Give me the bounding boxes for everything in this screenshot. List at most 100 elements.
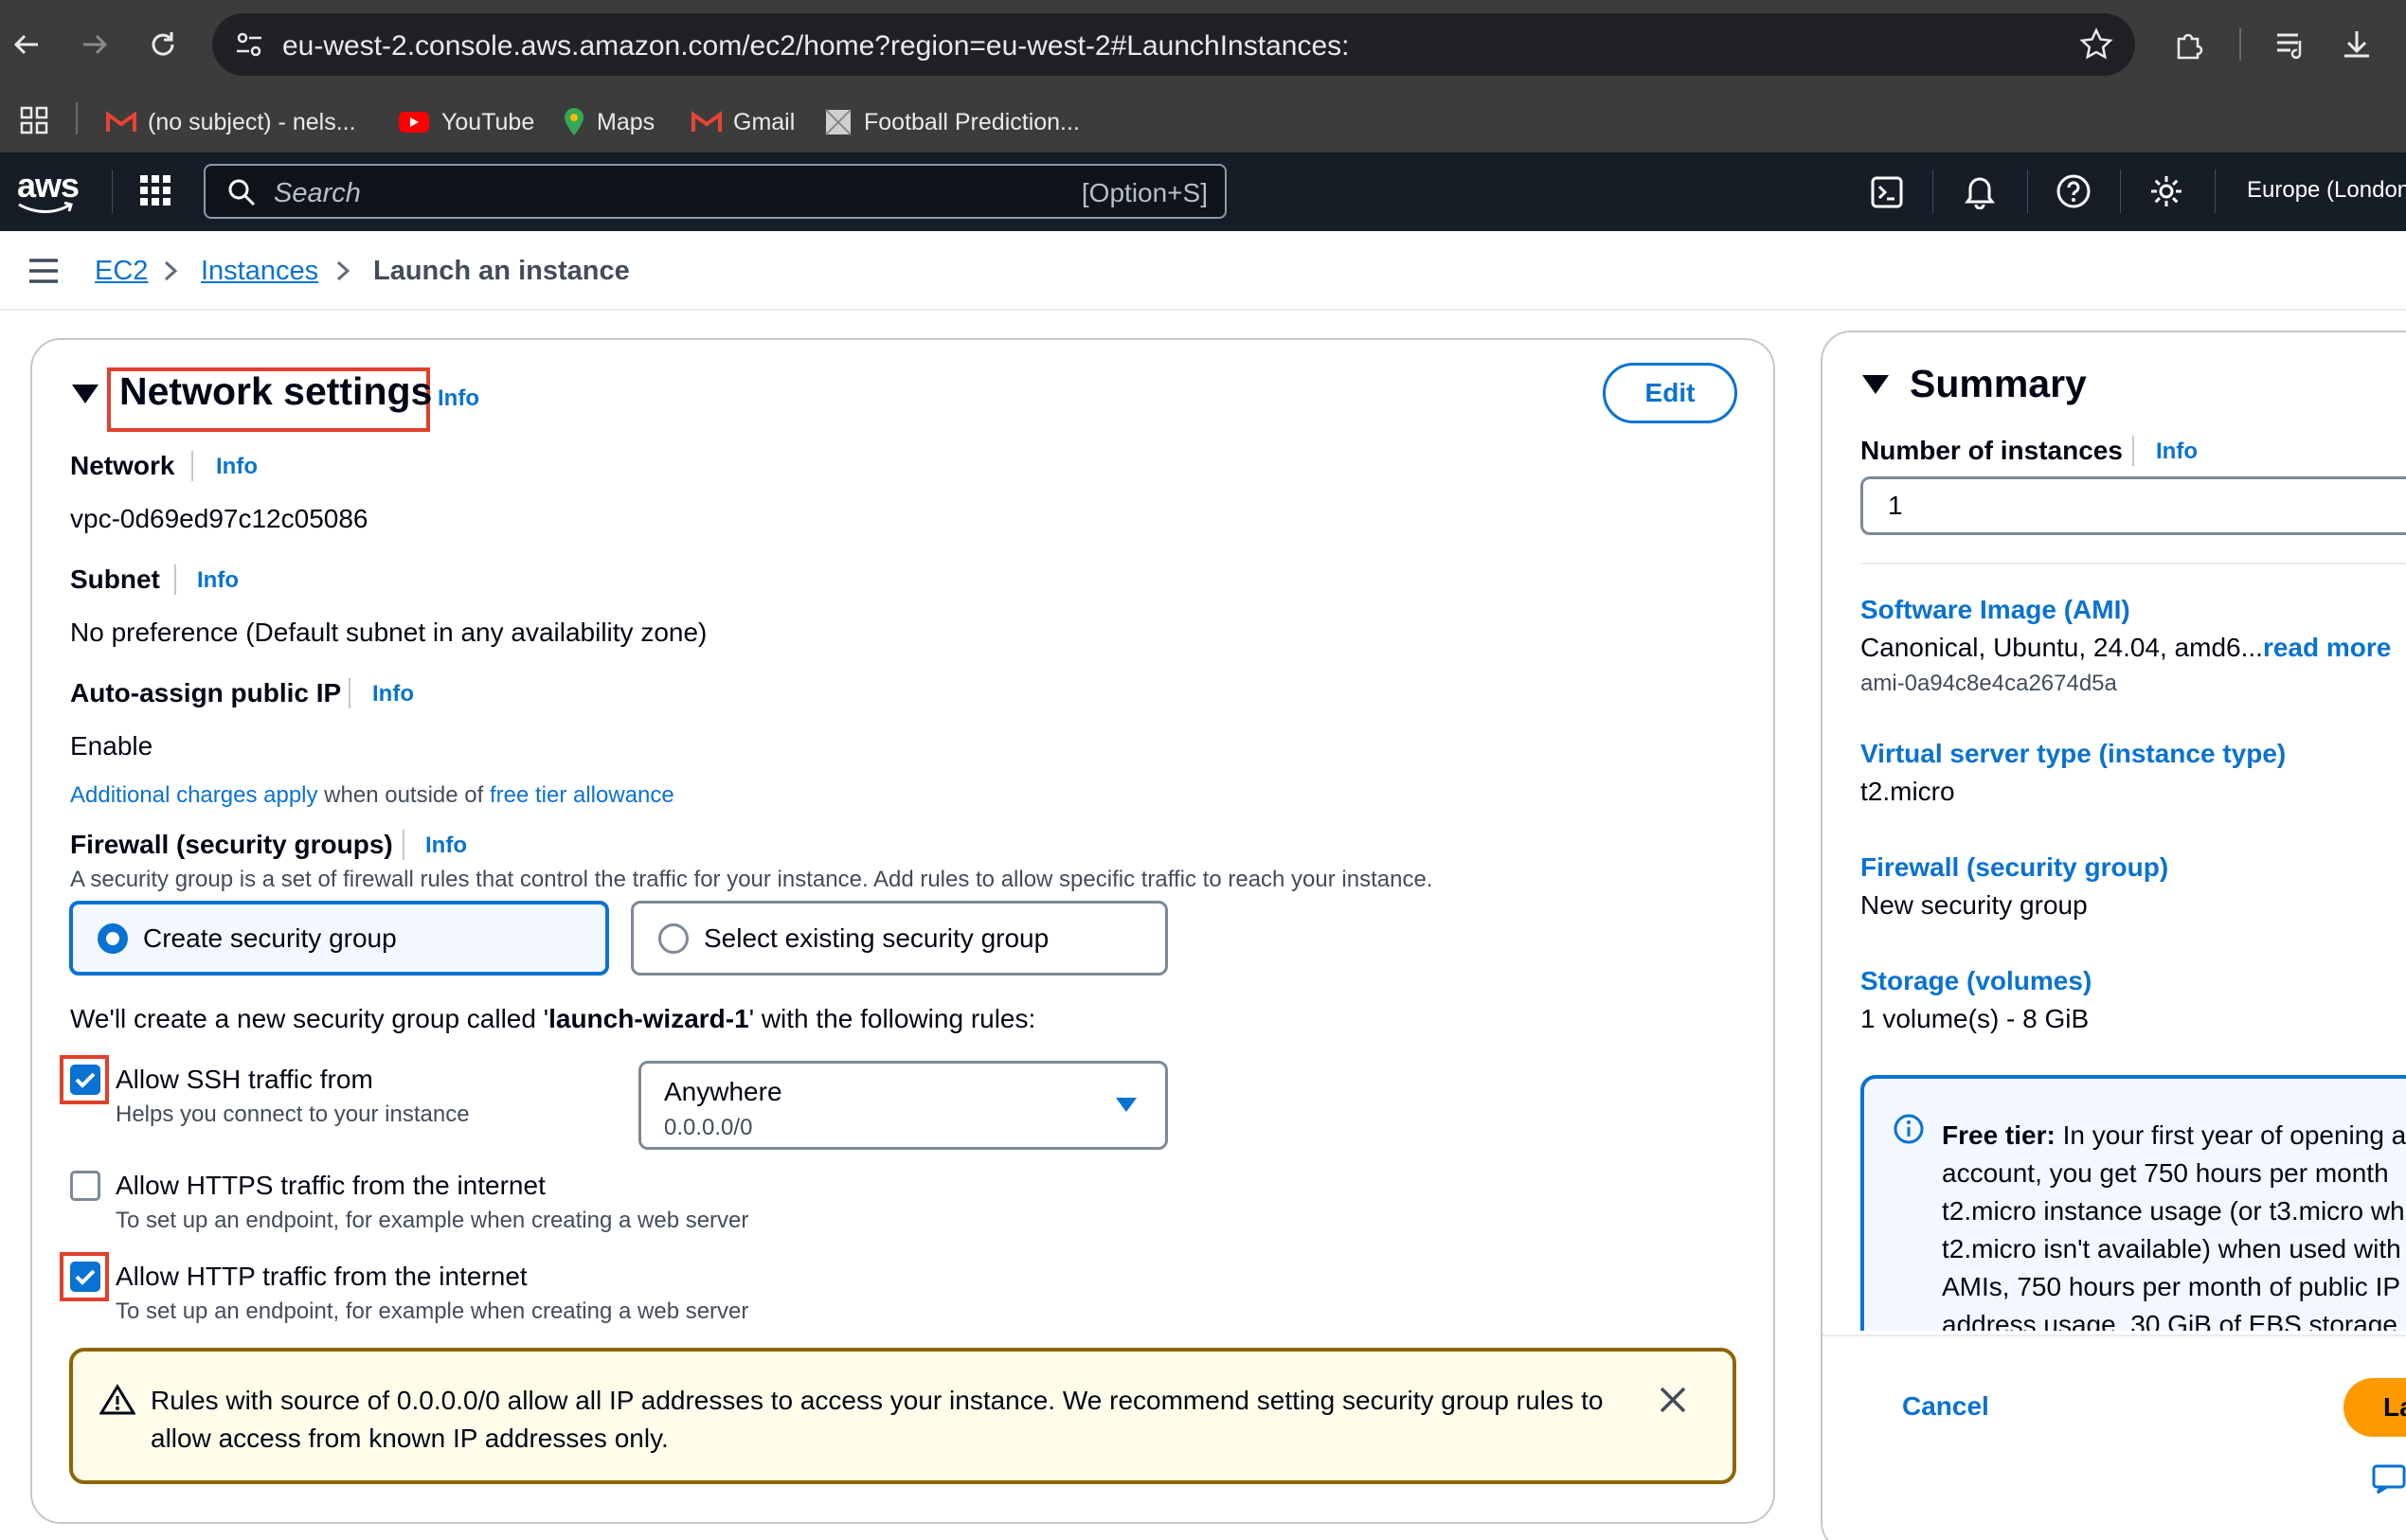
services-grid-icon[interactable] (138, 173, 172, 212)
site-settings-icon[interactable] (233, 28, 265, 65)
https-label: Allow HTTPS traffic from the internet (116, 1171, 546, 1200)
info-link[interactable]: Info (438, 385, 479, 412)
chevron-right-icon (336, 260, 350, 281)
http-description: To set up an endpoint, for example when … (116, 1298, 749, 1324)
info-link[interactable]: Info (216, 454, 258, 480)
create-security-group-option[interactable]: Create security group (69, 901, 609, 976)
input-value: 1 (1888, 491, 1903, 520)
security-group-name: launch-wizard-1 (548, 1004, 749, 1033)
breadcrumb-link-ec2[interactable]: EC2 (95, 256, 148, 287)
breadcrumb-link-instances[interactable]: Instances (201, 256, 318, 287)
notifications-bell-icon[interactable] (1963, 173, 1997, 214)
firewall-description: A security group is a set of firewall ru… (70, 867, 1433, 892)
search-placeholder: Search (274, 178, 361, 208)
ssh-checkbox[interactable] (70, 1065, 100, 1095)
free-tier-line: AMIs, 750 hours per month of public IP (1942, 1272, 2401, 1301)
radio-unselected[interactable] (658, 922, 689, 954)
ami-id: ami-0a94c8e4ca2674d5a (1860, 671, 2117, 696)
section-title: Network settings (119, 369, 433, 413)
free-tier-text: Free tier: In your first year of opening… (1942, 1117, 2406, 1331)
free-tier-info-box: Free tier: In your first year of opening… (1860, 1075, 2406, 1331)
radio-selected[interactable] (98, 922, 128, 954)
collapse-caret-icon[interactable] (1862, 375, 1889, 394)
settings-gear-icon[interactable] (2148, 173, 2184, 214)
storage-link[interactable]: Storage (volumes) (1860, 966, 2092, 996)
url-text: eu-west-2.console.aws.amazon.com/ec2/hom… (282, 30, 1350, 62)
page-icon (825, 109, 852, 135)
free-tier-line: address usage, 30 GiB of EBS storage, 2 (1942, 1310, 2406, 1331)
close-icon[interactable] (1659, 1386, 1687, 1419)
info-link[interactable]: Info (425, 833, 467, 859)
num-instances-input[interactable]: 1 (1860, 476, 2406, 535)
divider (1860, 563, 2406, 564)
search-input[interactable]: Search [Option+S] (204, 164, 1227, 219)
breadcrumb: EC2 Instances Launch an instance (0, 231, 2406, 311)
bookmark-item[interactable]: YouTube (398, 105, 534, 139)
read-more-link[interactable]: read more (2263, 633, 2391, 662)
edit-button[interactable]: Edit (1603, 363, 1737, 423)
aws-logo[interactable]: aws (17, 166, 80, 213)
extensions-icon[interactable] (2169, 24, 2211, 65)
download-icon[interactable] (2336, 24, 2378, 65)
launch-instance-button[interactable]: La (2343, 1378, 2406, 1437)
info-link[interactable]: Info (197, 567, 239, 594)
firewall-link[interactable]: Firewall (security group) (1860, 852, 2168, 883)
option-label: Select existing security group (704, 922, 1050, 953)
ssh-source-select[interactable]: Anywhere 0.0.0.0/0 (638, 1061, 1168, 1150)
bookmark-label: (no subject) - nels... (148, 108, 356, 135)
maps-icon (565, 108, 584, 135)
storage-value: 1 volume(s) - 8 GiB (1860, 1004, 2090, 1033)
nav-divider (2120, 170, 2121, 213)
back-arrow-icon[interactable] (6, 24, 47, 65)
collapse-caret-icon[interactable] (72, 385, 99, 403)
firewall-value: New security group (1860, 890, 2088, 920)
autoassign-label: Auto-assign public IP (70, 678, 342, 707)
free-tier-link[interactable]: free tier allowance (490, 782, 674, 808)
bookmark-star-icon[interactable] (2078, 27, 2114, 67)
label-divider (174, 564, 176, 595)
reading-list-icon[interactable] (2270, 24, 2311, 65)
reload-icon[interactable] (142, 24, 184, 65)
gmail-icon (691, 111, 722, 132)
http-checkbox[interactable] (70, 1262, 100, 1292)
address-bar[interactable]: eu-west-2.console.aws.amazon.com/ec2/hom… (212, 13, 2135, 76)
apps-grid-icon[interactable] (19, 105, 49, 140)
autoassign-value: Enable (70, 731, 153, 761)
info-link[interactable]: Info (372, 681, 414, 707)
instance-type-link[interactable]: Virtual server type (instance type) (1860, 739, 2286, 769)
bookmark-item[interactable]: (no subject) - nels... (106, 105, 356, 139)
free-tier-line: t2.micro instance usage (or t3.micro wh (1942, 1196, 2405, 1226)
https-description: To set up an endpoint, for example when … (116, 1208, 749, 1233)
network-label: Network (70, 451, 175, 480)
toolbar-divider (2239, 28, 2241, 61)
forward-arrow-icon[interactable] (74, 24, 116, 65)
chevron-right-icon (164, 260, 178, 281)
select-existing-security-group-option[interactable]: Select existing security group (631, 901, 1168, 976)
label-divider (403, 830, 404, 860)
http-label: Allow HTTP traffic from the internet (116, 1262, 528, 1291)
ami-link[interactable]: Software Image (AMI) (1860, 595, 2130, 625)
youtube-icon (399, 112, 429, 133)
bookmark-item[interactable]: Football Prediction... (824, 105, 1080, 139)
menu-hamburger-icon[interactable] (27, 256, 61, 291)
help-icon[interactable] (2056, 173, 2092, 214)
bookmark-item[interactable]: Gmail (691, 105, 795, 139)
cancel-button[interactable]: Cancel (1902, 1391, 1989, 1422)
additional-charges-link[interactable]: Additional charges apply (70, 782, 318, 808)
free-tier-line: t2.micro isn't available) when used with (1942, 1234, 2401, 1263)
rules-intro-post: ' with the following rules: (748, 1004, 1036, 1033)
bookmark-item[interactable]: Maps (563, 105, 655, 139)
divider (1822, 1334, 2406, 1336)
cloudshell-icon[interactable] (1870, 175, 1904, 214)
https-checkbox[interactable] (70, 1171, 100, 1201)
feedback-icon[interactable] (2372, 1464, 2406, 1499)
info-link[interactable]: Info (2156, 439, 2198, 465)
info-circle-icon (1893, 1113, 1925, 1150)
ami-value-row: Canonical, Ubuntu, 24.04, amd6...read mo… (1860, 633, 2391, 663)
subnet-value: No preference (Default subnet in any ava… (70, 618, 708, 647)
free-tier-line: In your first year of opening a (2055, 1120, 2406, 1150)
free-tier-bold: Free tier: (1942, 1120, 2056, 1150)
option-label: Create security group (143, 922, 397, 953)
caret-down-icon (1116, 1098, 1137, 1112)
region-selector[interactable]: Europe (London) (2247, 177, 2406, 204)
